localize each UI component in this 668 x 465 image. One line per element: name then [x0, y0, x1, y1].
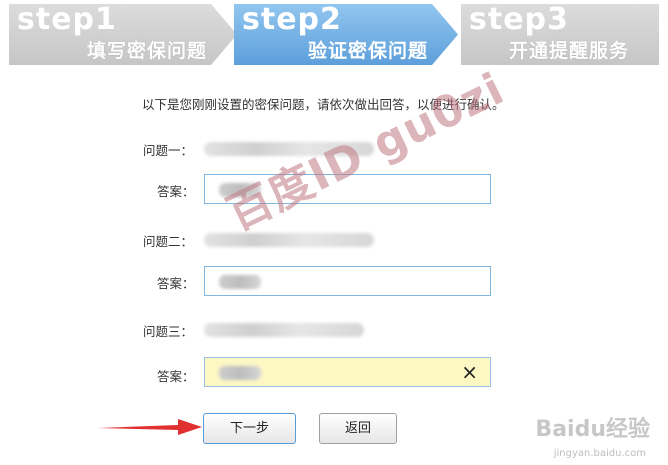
answer-3-input[interactable]: × [204, 357, 491, 387]
answer-1-label: 答案： [157, 184, 195, 199]
baidu-jingyan-logo: Baidu经验 [535, 417, 650, 442]
answer-2-input[interactable] [204, 266, 491, 296]
question-3-label: 问题三： [143, 324, 194, 339]
back-button[interactable]: 返回 [319, 413, 397, 444]
answer-2-label: 答案： [157, 276, 195, 291]
next-step-button[interactable]: 下一步 [203, 413, 296, 444]
answer-3-label: 答案： [157, 369, 195, 384]
question-2-blurred-text [204, 233, 374, 247]
clear-icon[interactable]: × [461, 361, 478, 383]
step-1-label: 填写密保问题 [86, 40, 207, 62]
step-3-number: step3 [469, 2, 569, 37]
question-1-label: 问题一： [143, 143, 194, 158]
answer-3-blurred-value [219, 366, 261, 380]
step-2-number: step2 [242, 2, 342, 37]
question-2-label: 问题二： [143, 234, 194, 249]
step-2-label: 验证密保问题 [307, 40, 428, 62]
baidu-jingyan-url: jingyan.baidu.com [553, 448, 646, 459]
step-1-number: step1 [17, 2, 117, 37]
step-3: step3 开通提醒服务 [461, 2, 659, 65]
step-3-label: 开通提醒服务 [508, 40, 629, 62]
red-arrow-icon [98, 419, 202, 435]
step-1: step1 填写密保问题 [9, 4, 237, 65]
step-2-active: step2 验证密保问题 [234, 4, 458, 65]
question-3-blurred-text [204, 323, 364, 337]
answer-2-blurred-value [219, 275, 261, 289]
